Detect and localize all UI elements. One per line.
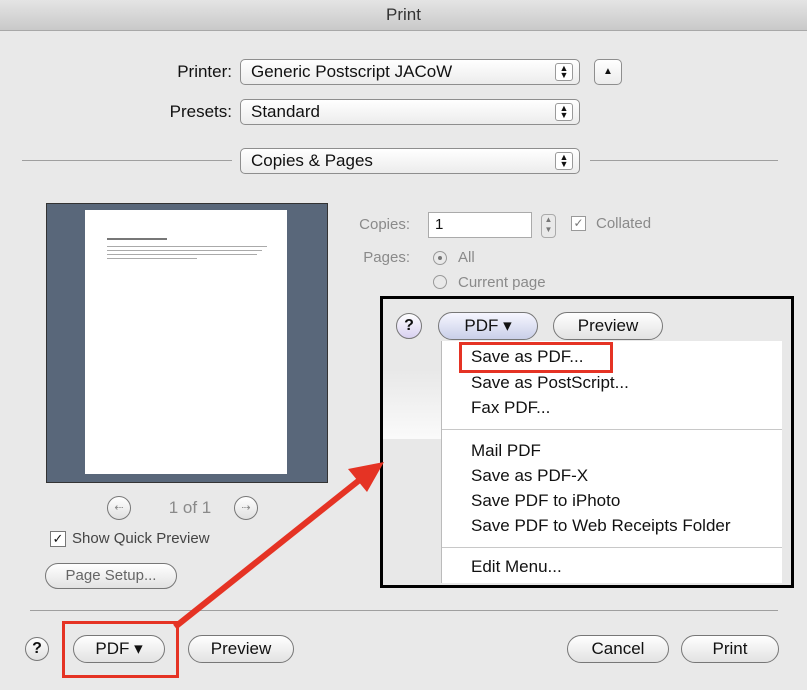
arrow-shaft — [173, 475, 364, 630]
annotation-arrow — [173, 462, 384, 630]
